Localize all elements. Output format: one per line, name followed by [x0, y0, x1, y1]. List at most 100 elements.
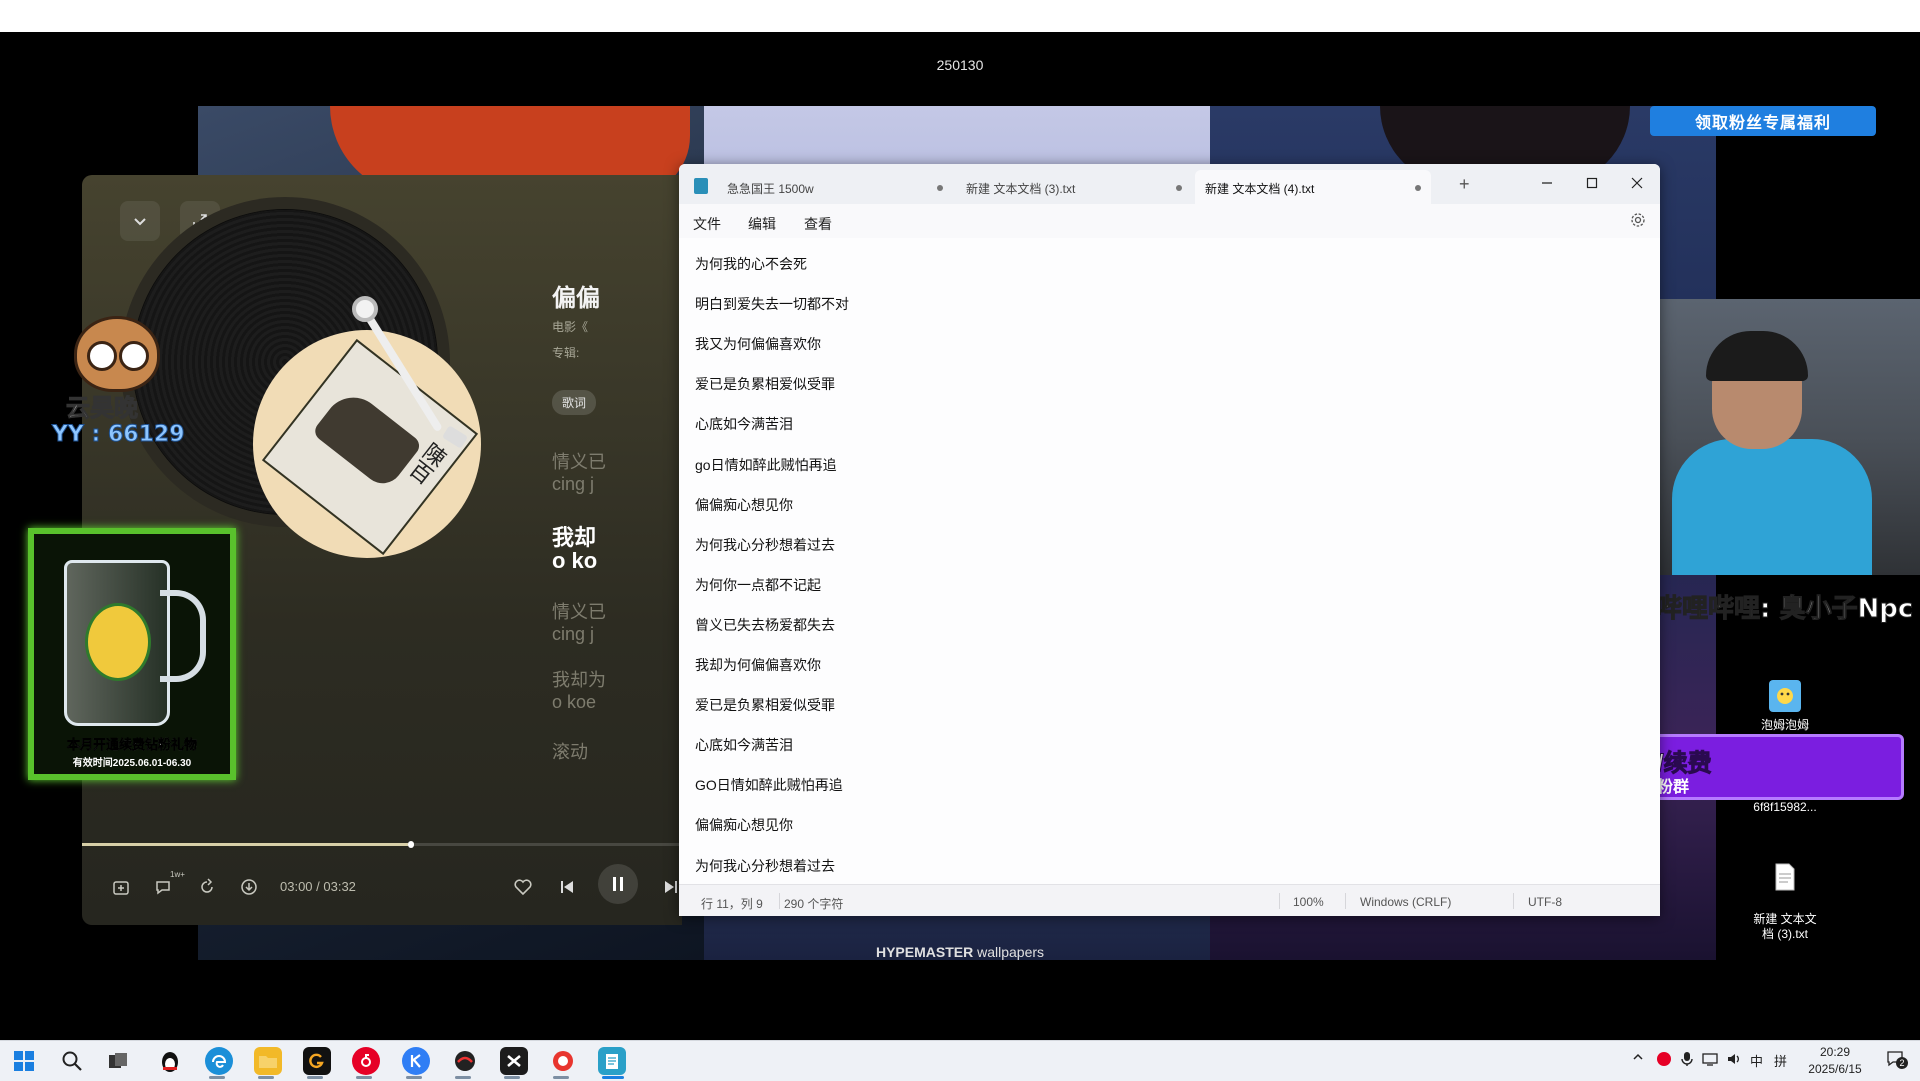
tray-volume-button[interactable]	[1726, 1051, 1742, 1070]
cursor-position: 行 11，列 9	[701, 897, 763, 911]
download-button[interactable]	[236, 874, 262, 900]
character-count: 290 个字符	[784, 897, 844, 911]
previous-track-button[interactable]	[554, 874, 580, 900]
start-button[interactable]	[10, 1047, 38, 1075]
gift-title: 本月开通续费钻粉礼物	[66, 737, 198, 753]
text-file-icon	[1769, 861, 1801, 893]
notepad-text-area[interactable]: 为何我的心不会死 明白到爱失去一切都不对 我又为何偏偏喜欢你 爱已是负累相爱似受罪 心底…	[679, 238, 1660, 884]
owl-eye-right	[119, 341, 149, 371]
running-indicator	[356, 1076, 372, 1079]
tray-overflow-button[interactable]	[1632, 1051, 1644, 1066]
tray-netease-button[interactable]	[1656, 1051, 1672, 1070]
unsaved-dot-icon[interactable]	[1176, 185, 1182, 191]
tab-label: 新建 文本文档 (3).txt	[966, 182, 1076, 196]
taskbar-red-app[interactable]	[549, 1047, 577, 1075]
notification-center-button[interactable]: 2	[1886, 1049, 1908, 1070]
lyric-line[interactable]: o ko	[552, 548, 682, 574]
add-to-playlist-button[interactable]	[108, 874, 134, 900]
close-button[interactable]	[1617, 168, 1657, 198]
unsaved-dot-icon[interactable]	[937, 185, 943, 191]
text-line: 我却为何偏偏喜欢你	[695, 657, 821, 673]
status-separator	[779, 893, 780, 909]
encoding[interactable]: UTF-8	[1528, 895, 1562, 909]
lyrics-chip[interactable]: 歌词	[552, 390, 597, 415]
taskbar-notepad[interactable]	[598, 1047, 626, 1075]
search-button[interactable]	[58, 1047, 86, 1075]
comment-button[interactable]: 1w+	[150, 870, 185, 900]
taskbar-qq[interactable]	[156, 1047, 184, 1075]
zoom-level[interactable]: 100%	[1293, 895, 1324, 909]
desktop-icon-image-file[interactable]: 6f8f15982...	[1740, 800, 1830, 814]
share-button[interactable]	[194, 874, 220, 900]
comment-icon	[156, 881, 170, 895]
skip-next-icon	[665, 881, 677, 893]
text-line: 明白到爱失去一切都不对	[695, 296, 849, 313]
text-line: 为何我心分秒想着过去	[695, 857, 835, 874]
taskbar-kugou[interactable]	[402, 1047, 430, 1075]
mug-logo	[85, 603, 151, 681]
beer-mug-image	[64, 560, 170, 726]
desktop-icon-paomu[interactable]: 泡姆泡姆	[1740, 680, 1830, 733]
collapse-button[interactable]	[120, 201, 160, 241]
tray-microphone-button[interactable]	[1680, 1051, 1694, 1070]
fan-benefit-banner[interactable]: 领取粉丝专属福利	[1650, 106, 1876, 136]
menu-view[interactable]: 查看	[804, 214, 832, 234]
text-line: 为何我的心不会死	[695, 256, 807, 272]
song-album[interactable]: 专辑:	[552, 344, 682, 361]
notification-count: 2	[1896, 1057, 1908, 1069]
tab-label: 急急国王 1500w	[727, 182, 814, 196]
taskbar-file-explorer[interactable]	[254, 1047, 282, 1075]
lyric-line[interactable]: 滚动	[552, 738, 682, 764]
taskbar-netease-music[interactable]	[352, 1047, 380, 1075]
taskbar-edge[interactable]	[205, 1047, 233, 1075]
song-title: 偏偏	[552, 285, 600, 312]
clock-time: 20:29	[1819, 1045, 1851, 1059]
line-ending[interactable]: Windows (CRLF)	[1360, 895, 1451, 909]
lyric-line[interactable]: 我却为	[552, 666, 682, 692]
playback-progress-fill	[82, 843, 409, 846]
lyric-line[interactable]: 情义已	[552, 448, 682, 474]
text-line: go日情如醉此贼怕再追	[695, 456, 837, 473]
tab-3-active[interactable]: 新建 文本文档 (4).txt	[1195, 170, 1431, 204]
lyric-line[interactable]: cing j	[552, 474, 682, 495]
maximize-button[interactable]	[1572, 168, 1612, 198]
like-button[interactable]	[510, 874, 536, 900]
menu-file[interactable]: 文件	[693, 214, 721, 234]
menu-edit[interactable]: 编辑	[748, 214, 776, 234]
minimize-button[interactable]	[1527, 168, 1567, 198]
pause-button[interactable]	[598, 864, 638, 904]
unsaved-dot-icon[interactable]	[1415, 185, 1421, 191]
system-clock[interactable]: 20:29 2025/6/15	[1800, 1044, 1870, 1078]
lyric-line[interactable]: 情义已	[552, 598, 682, 624]
status-separator	[1345, 893, 1346, 909]
wallpaper-caption-rest: wallpapers	[973, 944, 1045, 960]
share-icon	[201, 878, 213, 893]
wallpaper-caption: HYPEMASTER wallpapers	[0, 944, 1920, 960]
tab-1[interactable]: 急急国王 1500w	[717, 170, 953, 204]
running-indicator	[504, 1076, 520, 1079]
text-line: 爱已是负累相爱似受罪	[695, 697, 835, 714]
playback-progress-knob[interactable]	[408, 841, 415, 848]
text-line: 爱已是负累相爱似受罪	[695, 376, 835, 393]
wallpaper-caption-brand: HYPEMASTER	[875, 944, 974, 960]
tray-ime-mode[interactable]: 中	[1750, 1051, 1763, 1070]
folder-icon	[259, 1056, 277, 1068]
song-source[interactable]: 电影《	[552, 318, 682, 335]
tab-2[interactable]: 新建 文本文档 (3).txt	[956, 170, 1192, 204]
windows-logo-icon	[14, 1051, 34, 1071]
taskbar-app-g[interactable]	[303, 1047, 331, 1075]
playback-progress[interactable]	[82, 841, 682, 848]
tray-network-button[interactable]	[1702, 1051, 1718, 1070]
settings-button[interactable]	[1630, 212, 1646, 233]
lyric-line[interactable]: cing j	[552, 624, 682, 645]
taskbar-capcut[interactable]	[500, 1047, 528, 1075]
text-line: 曾义已失去杨爱都失去	[695, 616, 835, 633]
paomu-app-icon	[1769, 680, 1801, 712]
desktop-icon-textfile[interactable]: 新建 文本文 档 (3).txt	[1740, 846, 1830, 957]
tray-ime-layout[interactable]: 拼	[1774, 1051, 1787, 1070]
task-view-button[interactable]	[104, 1047, 132, 1075]
network-icon	[1702, 1053, 1718, 1066]
lyric-line[interactable]: o koe	[552, 692, 682, 713]
taskbar-game-client[interactable]	[451, 1047, 479, 1075]
new-tab-button[interactable]: +	[1459, 174, 1470, 195]
